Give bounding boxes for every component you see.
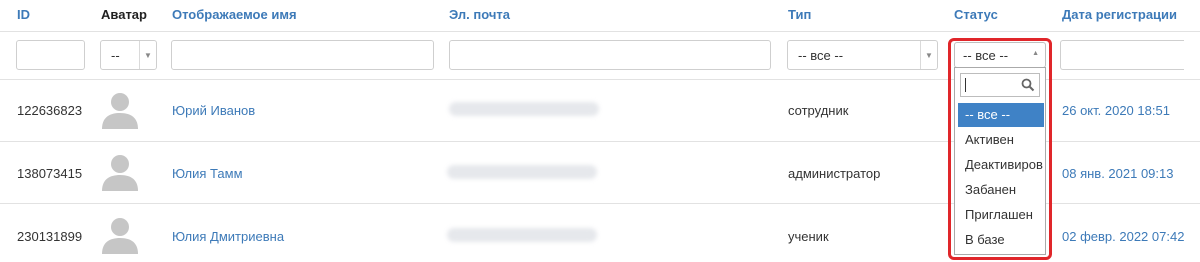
column-header-email[interactable]: Эл. почта — [449, 7, 510, 22]
chevron-down-icon: ▼ — [139, 41, 156, 69]
status-option-deactivated[interactable]: Деактивиров — [958, 153, 1044, 177]
email-filter-input[interactable] — [449, 40, 771, 70]
name-filter-input[interactable] — [171, 40, 434, 70]
row-3-name-link[interactable]: Юлия Дмитриевна — [172, 229, 284, 244]
status-option-banned[interactable]: Забанен — [958, 178, 1044, 202]
column-header-avatar: Аватар — [101, 7, 147, 22]
search-icon — [1021, 78, 1035, 92]
id-filter-input[interactable] — [16, 40, 85, 70]
status-dropdown-panel: -- все -- Активен Деактивиров Забанен Пр… — [954, 67, 1046, 255]
status-option-invited[interactable]: Приглашен — [958, 203, 1044, 227]
avatar-placeholder-icon — [102, 155, 138, 191]
header-divider — [0, 31, 1200, 32]
column-header-type[interactable]: Тип — [788, 7, 811, 22]
row-1-date[interactable]: 26 окт. 2020 18:51 — [1062, 103, 1170, 118]
avatar-filter-select[interactable]: -- ▼ — [100, 40, 157, 70]
text-caret — [965, 78, 966, 92]
column-header-name[interactable]: Отображаемое имя — [172, 7, 297, 22]
registered-filter-input[interactable] — [1060, 40, 1184, 70]
status-option-in-database[interactable]: В базе — [958, 228, 1044, 252]
type-filter-select[interactable]: -- все -- ▼ — [787, 40, 938, 70]
row-3-type: ученик — [788, 229, 829, 244]
type-filter-value: -- все -- — [798, 48, 844, 63]
column-header-id[interactable]: ID — [17, 7, 30, 22]
row-2-type: администратор — [788, 166, 881, 181]
row-2-date[interactable]: 08 янв. 2021 09:13 — [1062, 166, 1173, 181]
row-3-email-redacted — [447, 228, 597, 242]
row-1-name-link[interactable]: Юрий Иванов — [172, 103, 255, 118]
chevron-up-icon: ▲ — [1032, 50, 1039, 57]
chevron-down-icon: ▼ — [920, 41, 937, 69]
avatar-placeholder-icon — [102, 93, 138, 129]
row-1-type: сотрудник — [788, 103, 849, 118]
avatar-filter-value: -- — [111, 48, 120, 63]
row-2-email-redacted — [447, 165, 597, 179]
row-1-id: 122636823 — [17, 103, 83, 118]
row-2-id: 138073415 — [17, 166, 83, 181]
status-search-input[interactable] — [960, 73, 1040, 97]
row-2-name-link[interactable]: Юлия Тамм — [172, 166, 243, 181]
column-header-registered[interactable]: Дата регистрации — [1062, 7, 1177, 22]
column-header-status[interactable]: Статус — [954, 7, 998, 22]
status-option-active[interactable]: Активен — [958, 128, 1044, 152]
row-3-id: 230131899 — [17, 229, 83, 244]
row-3-date[interactable]: 02 февр. 2022 07:42 — [1062, 229, 1184, 244]
status-option-all[interactable]: -- все -- — [958, 103, 1044, 127]
avatar-placeholder-icon — [102, 218, 138, 254]
row-1-email-redacted — [449, 102, 599, 116]
status-filter-select[interactable]: -- все -- ▲ — [954, 42, 1046, 68]
status-filter-value: -- все -- — [963, 48, 1009, 63]
